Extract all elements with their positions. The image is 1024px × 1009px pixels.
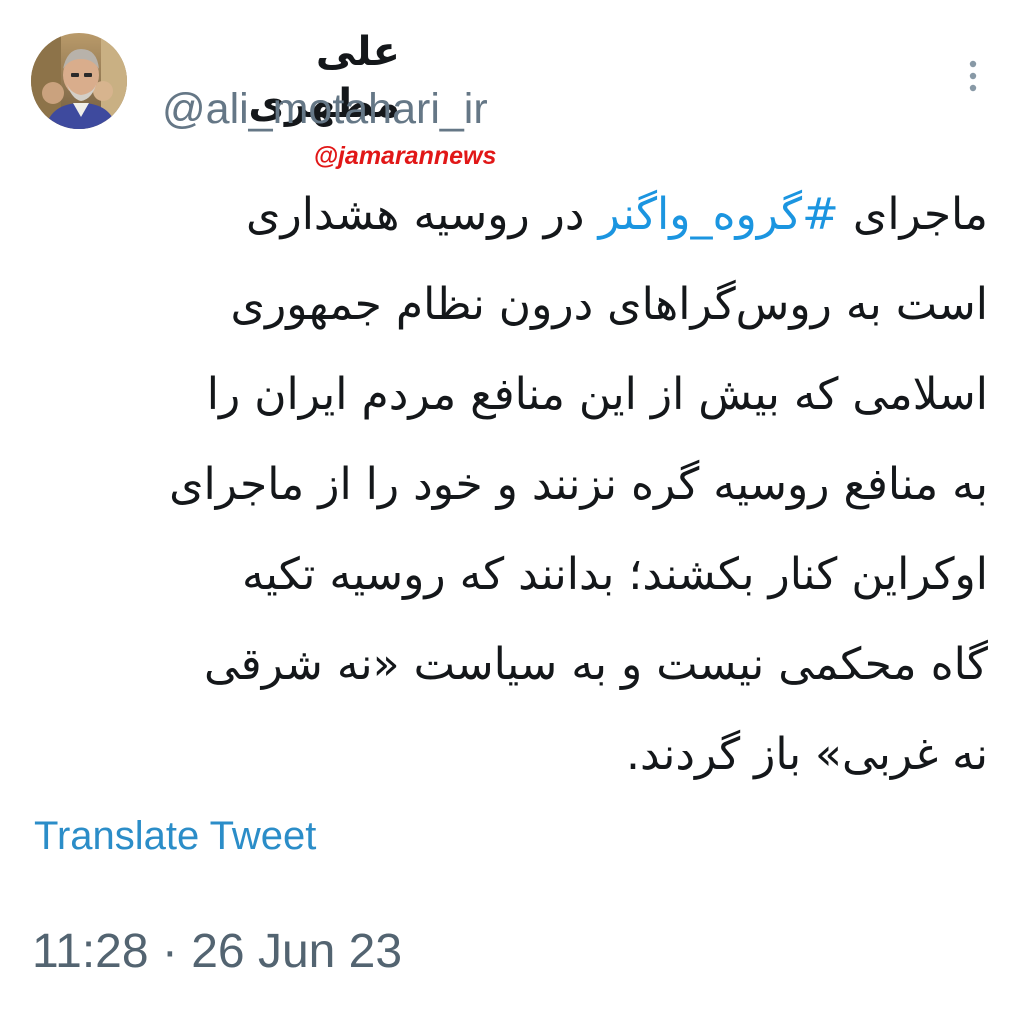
hashtag-link[interactable]: #گروه_واگنر [599, 189, 839, 240]
tweet-line: اوکراین کنار بکشند؛ بدانند که روسیه تکیه [242, 549, 988, 600]
avatar-photo [31, 33, 127, 129]
tweet-line: است به روس‌گراهای درون نظام جمهوری [230, 279, 989, 330]
tweet-timestamp[interactable]: 11:28 · 26 Jun 23 [32, 922, 402, 982]
tweet-line: نه غربی» باز گردند. [626, 729, 988, 780]
tweet-text-segment: در روسیه هشداری [246, 189, 599, 240]
tweet-text-segment: ماجرای [838, 189, 988, 240]
watermark-label: @jamarannews [313, 142, 497, 170]
tweet-card: علی مطهری @ali_motahari_ir @jamarannews … [0, 0, 1024, 1009]
author-handle[interactable]: @ali_motahari_ir [162, 82, 488, 136]
tweet-line: اسلامی که بیش از این منافع مردم ایران را [206, 369, 988, 420]
author-avatar[interactable] [31, 33, 127, 129]
more-options-icon[interactable] [958, 56, 988, 96]
tweet-line: به منافع روسیه گره نزنند و خود را از ماج… [169, 459, 988, 510]
translate-tweet-link[interactable]: Translate Tweet [34, 810, 316, 862]
tweet-line: گاه محکمی نیست و به سیاست «نه شرقی [204, 639, 988, 690]
tweet-text: ماجرای #گروه_واگنر در روسیه هشداری است ب… [28, 170, 988, 800]
tweet-line: ماجرای #گروه_واگنر در روسیه هشداری [28, 170, 988, 260]
